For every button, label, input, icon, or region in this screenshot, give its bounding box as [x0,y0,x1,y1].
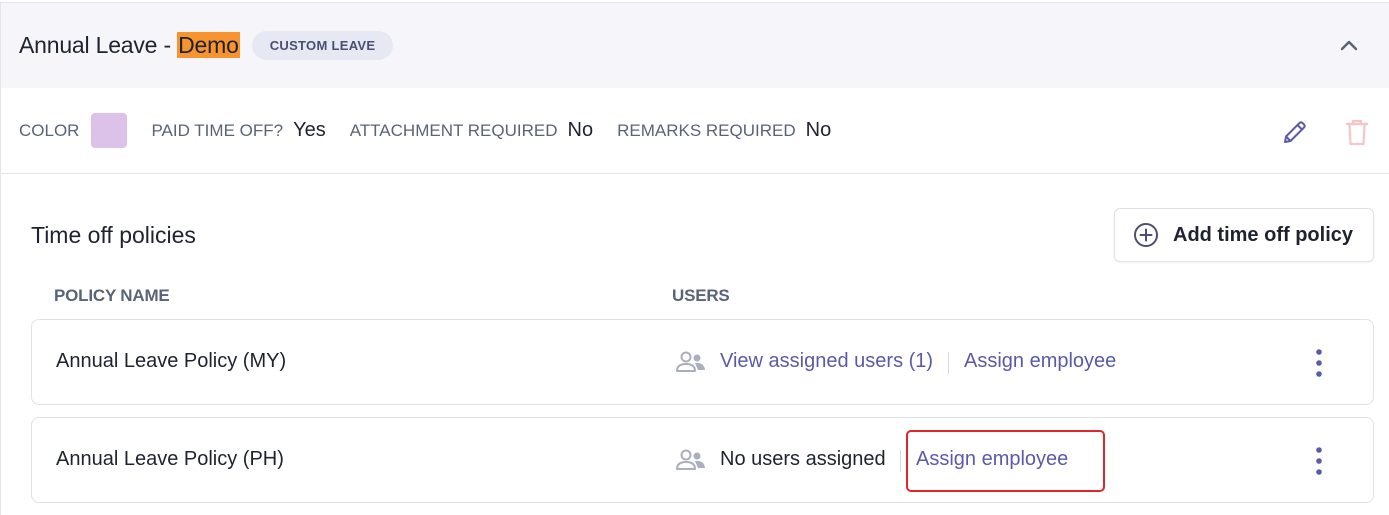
color-swatch [91,113,128,148]
divider [900,450,901,472]
add-time-off-policy-button[interactable]: Add time off policy [1114,208,1374,262]
kebab-menu-icon[interactable] [1313,446,1325,476]
section-title: Time off policies [31,222,196,248]
leave-type-header[interactable]: Annual Leave - Demo CUSTOM LEAVE [1,3,1389,88]
add-time-off-policy-label: Add time off policy [1173,223,1353,246]
paid-time-off-label: PAID TIME OFF? [151,120,284,140]
paid-time-off-value: Yes [293,119,326,141]
pencil-icon[interactable] [1281,118,1309,146]
leave-type-title-prefix: Annual Leave - [19,32,178,58]
policy-name: Annual Leave Policy (MY) [56,350,287,372]
no-users-assigned-text: No users assigned [720,448,886,470]
remarks-required-value: No [805,119,832,141]
leave-properties: COLOR PAID TIME OFF? Yes ATTACHMENT REQU… [1,88,1389,174]
policy-row: Annual Leave Policy (PH) No users assign… [31,417,1374,503]
policy-name: Annual Leave Policy (PH) [56,448,284,470]
attachment-required-label: ATTACHMENT REQUIRED [349,120,558,140]
column-header-users: USERS [672,286,730,305]
policy-row: Annual Leave Policy (MY) View assigned u… [31,319,1374,405]
annotation-highlight-box [906,430,1105,492]
kebab-menu-icon[interactable] [1313,348,1325,378]
assign-employee-link[interactable]: Assign employee [964,350,1116,373]
trash-icon[interactable] [1343,117,1371,147]
color-label: COLOR [19,120,80,140]
attachment-required-value: No [567,119,594,141]
custom-leave-badge: CUSTOM LEAVE [251,31,394,60]
chevron-up-icon[interactable] [1337,34,1361,58]
users-icon [676,449,705,470]
column-header-policy-name: POLICY NAME [54,286,170,305]
view-assigned-users-link[interactable]: View assigned users (1) [720,350,933,373]
users-icon [676,351,705,372]
leave-type-title-highlight: Demo [177,32,240,58]
leave-type-title: Annual Leave - Demo [19,32,240,59]
divider [948,352,949,374]
remarks-required-label: REMARKS REQUIRED [617,120,796,140]
plus-circle-icon [1134,223,1158,247]
